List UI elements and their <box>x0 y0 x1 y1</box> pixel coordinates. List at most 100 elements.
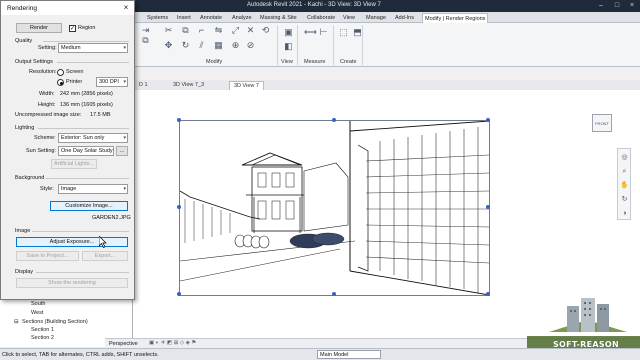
building-linework <box>179 120 490 296</box>
window-title: Autodesk Revit 2021 - Kachi - 3D View: 3… <box>247 2 381 8</box>
background-file-name: GARDEN2.JPG <box>92 215 131 221</box>
region-checkbox[interactable]: ✓ <box>69 25 76 32</box>
setting-label: Setting: <box>38 45 57 51</box>
maximize-icon[interactable]: □ <box>610 1 624 11</box>
orbit-icon[interactable]: ↻ <box>620 195 629 204</box>
active-model-select[interactable]: Main Model <box>317 350 381 359</box>
browser-item-section-1[interactable]: Section 1 <box>31 327 54 333</box>
split-icon[interactable]: ⫽ <box>196 41 207 50</box>
group-measure-label: Measure <box>304 59 326 65</box>
resize-grip[interactable] <box>177 292 181 296</box>
artificial-lights-button[interactable]: Artificial Lights... <box>51 159 97 169</box>
tab-view[interactable]: View <box>341 13 357 23</box>
trim-icon[interactable]: ⌐ <box>196 26 207 35</box>
divider <box>36 272 129 273</box>
align-icon[interactable]: ⇥ <box>140 26 151 35</box>
perspective-label: Perspective <box>109 341 138 347</box>
resolution-label: Resolution: <box>29 69 57 75</box>
resize-grip[interactable] <box>486 292 490 296</box>
view-cube[interactable]: FRONT <box>592 114 612 132</box>
override-graphics-icon[interactable]: ◧ <box>283 42 294 51</box>
background-style-select[interactable]: Image ▾ <box>58 184 128 194</box>
close-window-icon[interactable]: × <box>625 1 639 11</box>
resize-grip[interactable] <box>332 292 336 296</box>
lookaround-icon[interactable]: ◑ <box>620 209 629 218</box>
export-button[interactable]: Export... <box>82 251 128 261</box>
screen-radio[interactable] <box>57 69 64 76</box>
rotate-icon[interactable]: ↻ <box>180 41 191 50</box>
customize-image-button[interactable]: Customize Image... <box>50 201 128 211</box>
screen-label: Screen <box>66 69 84 75</box>
view-tab-d1[interactable]: D 1 <box>135 81 152 90</box>
view-tab-3d-view-7[interactable]: 3D View 7 <box>229 81 264 90</box>
resize-grip[interactable] <box>486 118 490 122</box>
mirror-icon[interactable]: ⇋ <box>213 26 224 35</box>
zoom-icon[interactable]: ⌕ <box>620 167 629 176</box>
create-assembly-icon[interactable]: ⬚ <box>338 28 349 37</box>
browser-item-section-2[interactable]: Section 2 <box>31 335 54 341</box>
adjust-exposure-button[interactable]: Adjust Exposure... <box>16 237 128 247</box>
tab-manage[interactable]: Manage <box>364 13 388 23</box>
close-icon[interactable]: × <box>121 3 131 13</box>
dpi-value: 300 DPI <box>99 79 119 85</box>
tab-analyze[interactable]: Analyze <box>230 13 254 23</box>
render-button[interactable]: Render <box>16 23 62 33</box>
move-icon[interactable]: ✥ <box>163 41 174 50</box>
sun-setting-browse-button[interactable]: ... <box>116 146 128 156</box>
dpi-select[interactable]: 300 DPI ▾ <box>96 77 128 87</box>
printer-radio[interactable] <box>57 79 64 86</box>
tab-add-ins[interactable]: Add-Ins <box>393 13 416 23</box>
view-control-icons[interactable]: ▣ ◐ ☀ ◩ ⊞ ◇ ◈ ⚑ <box>149 340 196 346</box>
dialog-title-bar[interactable]: Rendering × <box>1 1 134 15</box>
quality-setting-select[interactable]: Medium ▾ <box>58 43 128 53</box>
delete-icon[interactable]: ✕ <box>245 26 256 35</box>
image-size-label: Uncompressed image size: <box>15 112 82 118</box>
divider <box>38 128 129 129</box>
browser-item-west[interactable]: West <box>31 310 43 316</box>
pin-icon[interactable]: ⊕ <box>230 41 241 50</box>
resize-grip[interactable] <box>177 205 181 209</box>
measure-icon[interactable]: ⟷ <box>304 28 317 37</box>
chevron-down-icon: ▾ <box>123 186 126 192</box>
tab-systems[interactable]: Systems <box>145 13 170 23</box>
height-value: 136 mm (1605 pixels) <box>60 102 113 108</box>
dimension-icon[interactable]: ⊢ <box>318 28 329 37</box>
divider <box>32 231 129 232</box>
array-icon[interactable]: ▦ <box>213 41 224 50</box>
save-to-project-button[interactable]: Save to Project... <box>16 251 79 261</box>
status-bar: Click to select, TAB for alternates, CTR… <box>0 348 640 360</box>
unpin-icon[interactable]: ⊘ <box>245 41 256 50</box>
minimize-icon[interactable]: – <box>594 1 608 11</box>
steering-wheel-icon[interactable]: ◎ <box>620 153 629 162</box>
style-label: Style: <box>40 186 54 192</box>
hide-icon[interactable]: ▣ <box>283 28 294 37</box>
output-section-label: Output Settings <box>15 59 53 65</box>
sun-setting-field[interactable]: One Day Solar Study <box>58 146 114 156</box>
view-tab-3d-view-7-3[interactable]: 3D View 7_3 <box>169 81 208 90</box>
browser-item-sections[interactable]: Sections (Building Section) <box>22 319 88 325</box>
scale-icon[interactable]: ⤢ <box>230 26 241 35</box>
tab-annotate[interactable]: Annotate <box>198 13 224 23</box>
lighting-scheme-select[interactable]: Exterior: Sun only ▾ <box>58 133 128 143</box>
tab-insert[interactable]: Insert <box>175 13 193 23</box>
pan-icon[interactable]: ✋ <box>620 181 629 190</box>
group-separator <box>333 25 334 65</box>
resize-grip[interactable] <box>332 118 336 122</box>
group-modify-label: Modify <box>206 59 223 65</box>
tab-collaborate[interactable]: Collaborate <box>305 13 337 23</box>
group-separator <box>297 25 298 65</box>
tab-modify-render-regions[interactable]: Modify | Render Regions <box>422 13 489 23</box>
render-region-frame[interactable] <box>177 118 490 296</box>
browser-item-south[interactable]: South <box>31 301 45 307</box>
background-section-label: Background <box>15 175 45 181</box>
copy-icon[interactable]: ⧉ <box>180 26 191 35</box>
browser-expand-icon[interactable]: ⊟ <box>14 319 19 325</box>
resize-grip[interactable] <box>486 205 490 209</box>
offset-icon[interactable]: ⧉ <box>140 36 151 45</box>
show-rendering-button[interactable]: Show the rendering <box>16 278 128 288</box>
match-icon[interactable]: ⟲ <box>260 26 271 35</box>
tab-massing-site[interactable]: Massing & Site <box>258 13 299 23</box>
resize-grip[interactable] <box>177 118 181 122</box>
cut-icon[interactable]: ✂ <box>163 26 174 35</box>
chevron-down-icon: ▾ <box>123 135 126 141</box>
